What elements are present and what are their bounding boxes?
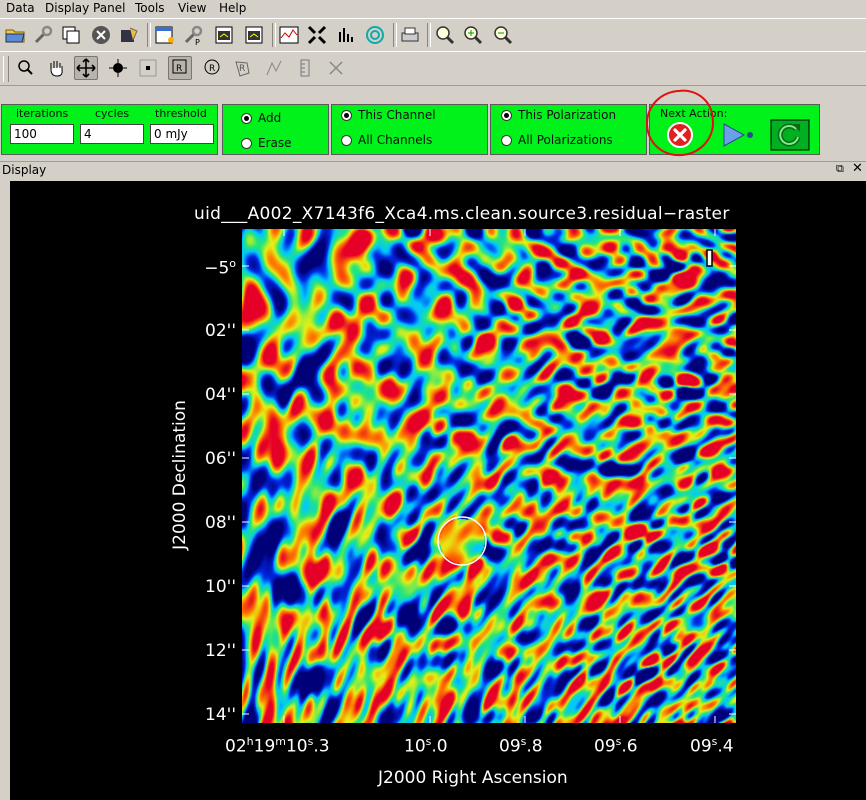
menu-help[interactable]: Help <box>217 0 248 17</box>
histogram-icon[interactable] <box>335 23 359 47</box>
cursor-marker <box>706 249 713 267</box>
iterations-label: iterations <box>16 107 69 120</box>
add-radio[interactable] <box>241 113 252 124</box>
rectangle-region-icon[interactable]: R <box>168 56 192 80</box>
save-icon[interactable] <box>117 23 141 47</box>
fit-icon[interactable] <box>363 23 387 47</box>
polygon-region-icon[interactable]: R <box>230 56 254 80</box>
clean-box-region[interactable] <box>437 516 487 566</box>
ra-tick: 02h19m10s.3 <box>225 735 330 757</box>
float-panel-icon[interactable]: ⧉ <box>836 162 844 176</box>
zoom-tool-icon[interactable] <box>14 56 38 80</box>
this-channel-label: This Channel <box>358 108 436 122</box>
all-channels-label: All Channels <box>358 133 433 147</box>
this-polarization-label: This Polarization <box>518 108 617 122</box>
all-channels-radio[interactable] <box>341 135 352 146</box>
adjust-icon[interactable]: P <box>181 23 205 47</box>
plot-overlay <box>242 229 736 723</box>
collapse-icon[interactable] <box>305 23 329 47</box>
close-panel-icon[interactable] <box>89 23 113 47</box>
positionvelocity-icon[interactable] <box>324 56 348 80</box>
this-channel-radio[interactable] <box>341 110 352 121</box>
ra-tick: 09s.6 <box>594 735 638 757</box>
all-polarizations-label: All Polarizations <box>518 133 613 147</box>
move-tool-icon[interactable] <box>74 56 98 80</box>
menu-view[interactable]: View <box>176 0 208 17</box>
menu-display-panel[interactable]: Display Panel <box>43 0 127 17</box>
dec-axis-title: J2000 Declination <box>170 400 190 550</box>
menu-tools[interactable]: Tools <box>133 0 167 17</box>
annotate-icon[interactable] <box>213 23 237 47</box>
export-icon[interactable] <box>243 23 267 47</box>
ra-tick: 10s.0 <box>404 735 448 757</box>
svg-text:P: P <box>195 38 200 46</box>
svg-text:R: R <box>176 64 182 74</box>
pan-hand-icon[interactable] <box>44 56 68 80</box>
dec-tick: 14'' <box>205 705 236 725</box>
ra-tick: 09s.4 <box>690 735 734 757</box>
ra-tick: 09s.8 <box>499 735 543 757</box>
polyline-icon[interactable] <box>262 56 286 80</box>
main-toolbar: P <box>0 18 866 52</box>
colormap-tool-icon[interactable] <box>106 56 130 80</box>
continue-clean-button[interactable] <box>722 120 756 150</box>
ruler-icon[interactable] <box>293 56 317 80</box>
menu-bar: Data Display Panel Tools View Help <box>0 0 866 17</box>
zoom-out-icon[interactable] <box>491 23 515 47</box>
wrench-icon[interactable] <box>31 23 55 47</box>
cycles-label: cycles <box>95 107 130 120</box>
dec-tick: 12'' <box>205 641 236 661</box>
menu-data[interactable]: Data <box>4 0 37 17</box>
print-icon[interactable] <box>398 23 422 47</box>
this-polarization-radio[interactable] <box>501 110 512 121</box>
ellipse-region-icon[interactable]: R <box>200 56 224 80</box>
erase-label: Erase <box>258 136 292 150</box>
add-label: Add <box>258 111 282 125</box>
display-panel-header: Display ⧉ ✕ <box>0 161 866 180</box>
ra-axis-title: J2000 Right Ascension <box>378 768 568 788</box>
dec-tick: 10'' <box>205 577 236 597</box>
point-tool-icon[interactable] <box>136 56 160 80</box>
plot-title: uid___A002_X7143f6_Xca4.ms.clean.source3… <box>194 204 730 224</box>
close-panel-x-icon[interactable]: ✕ <box>852 161 863 176</box>
open-folder-icon[interactable] <box>3 23 27 47</box>
zoom-fit-icon[interactable] <box>433 23 457 47</box>
cycles-field[interactable]: 4 <box>80 124 144 144</box>
dec-tick: 02'' <box>205 321 236 341</box>
svg-text:R: R <box>209 64 215 74</box>
spectral-profile-icon[interactable] <box>277 23 301 47</box>
dec-tick: −5o <box>204 257 236 279</box>
play-arrow-icon <box>723 123 753 147</box>
new-window-icon[interactable] <box>59 23 83 47</box>
finish-clean-button[interactable] <box>770 119 810 151</box>
data-manager-icon[interactable] <box>153 23 177 47</box>
refresh-icon <box>770 119 810 151</box>
threshold-field[interactable]: 0 mJy <box>150 124 214 144</box>
erase-radio[interactable] <box>241 138 252 149</box>
zoom-in-icon[interactable] <box>461 23 485 47</box>
iterations-field[interactable]: 100 <box>10 124 74 144</box>
mouse-tools-toolbar: R R R <box>0 51 866 86</box>
display-panel-title: Display <box>2 163 47 177</box>
threshold-label: threshold <box>155 107 207 120</box>
svg-text:R: R <box>239 64 245 74</box>
all-polarizations-radio[interactable] <box>501 135 512 146</box>
